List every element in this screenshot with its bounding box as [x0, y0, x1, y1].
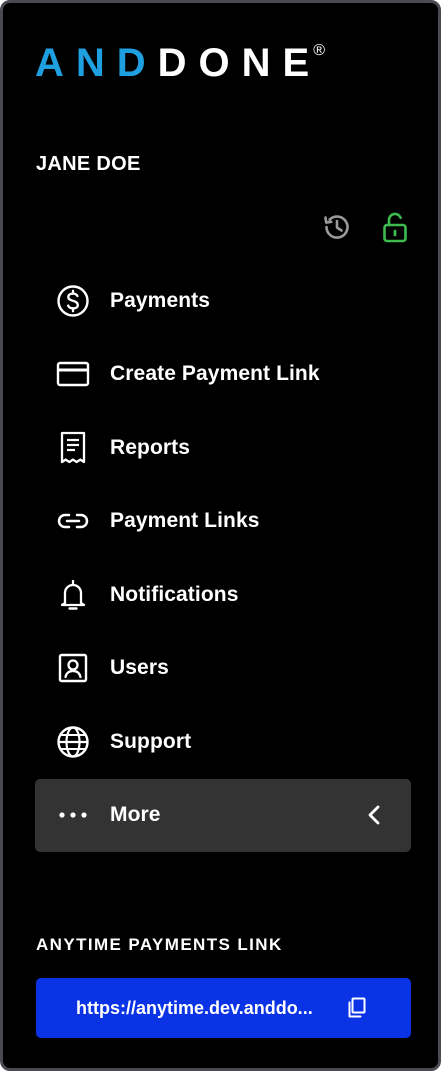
nav-label-payments: Payments: [110, 288, 211, 312]
nav-label-reports: Reports: [110, 435, 191, 459]
anytime-payments-title: ANYTIME PAYMENTS LINK: [36, 935, 283, 954]
history-icon[interactable]: [319, 209, 355, 245]
nav-label-payment-links: Payment Links: [110, 509, 260, 533]
bell-icon: [55, 577, 91, 613]
unlock-icon[interactable]: [377, 209, 413, 245]
logo-done: DONE: [157, 41, 322, 85]
nav-item-users[interactable]: Users: [35, 632, 411, 706]
chevron-left-icon[interactable]: [361, 802, 387, 828]
anytime-link-button[interactable]: https://anytime.dev.anddo...: [36, 978, 411, 1038]
registered-mark: ®: [313, 42, 326, 59]
nav-label-support: Support: [110, 729, 192, 753]
globe-icon: [55, 724, 91, 760]
sidebar-panel: AND DONE ® JANE DOE Payments Create Paym…: [0, 0, 441, 1071]
nav-item-notifications[interactable]: Notifications: [35, 558, 411, 632]
anddone-logo: AND DONE ®: [35, 41, 325, 85]
nav-label-users: Users: [110, 656, 169, 680]
logo-and: AND: [35, 41, 158, 85]
nav-item-support[interactable]: Support: [35, 705, 411, 779]
more-dots-icon: [55, 797, 91, 833]
dollar-circle-icon: [55, 283, 91, 319]
anytime-link-url[interactable]: https://anytime.dev.anddo...: [76, 998, 331, 1019]
credit-card-icon: [55, 356, 91, 392]
link-icon: [55, 503, 91, 539]
nav-item-reports[interactable]: Reports: [35, 411, 411, 485]
nav-item-more[interactable]: More: [35, 778, 411, 852]
user-name: JANE DOE: [36, 153, 141, 175]
report-icon: [55, 430, 91, 466]
nav-item-payments[interactable]: Payments: [35, 264, 411, 338]
copy-icon[interactable]: [345, 996, 367, 1020]
nav-item-payment-links[interactable]: Payment Links: [35, 485, 411, 559]
nav-item-create-payment-link[interactable]: Create Payment Link: [35, 338, 411, 412]
nav-label-notifications: Notifications: [110, 582, 239, 606]
nav-label-create-payment-link: Create Payment Link: [110, 362, 320, 386]
nav-label-more: More: [110, 803, 161, 827]
main-nav: Payments Create Payment Link Reports Pay…: [35, 264, 411, 852]
top-actions: [319, 209, 413, 245]
user-badge-icon: [55, 650, 91, 686]
